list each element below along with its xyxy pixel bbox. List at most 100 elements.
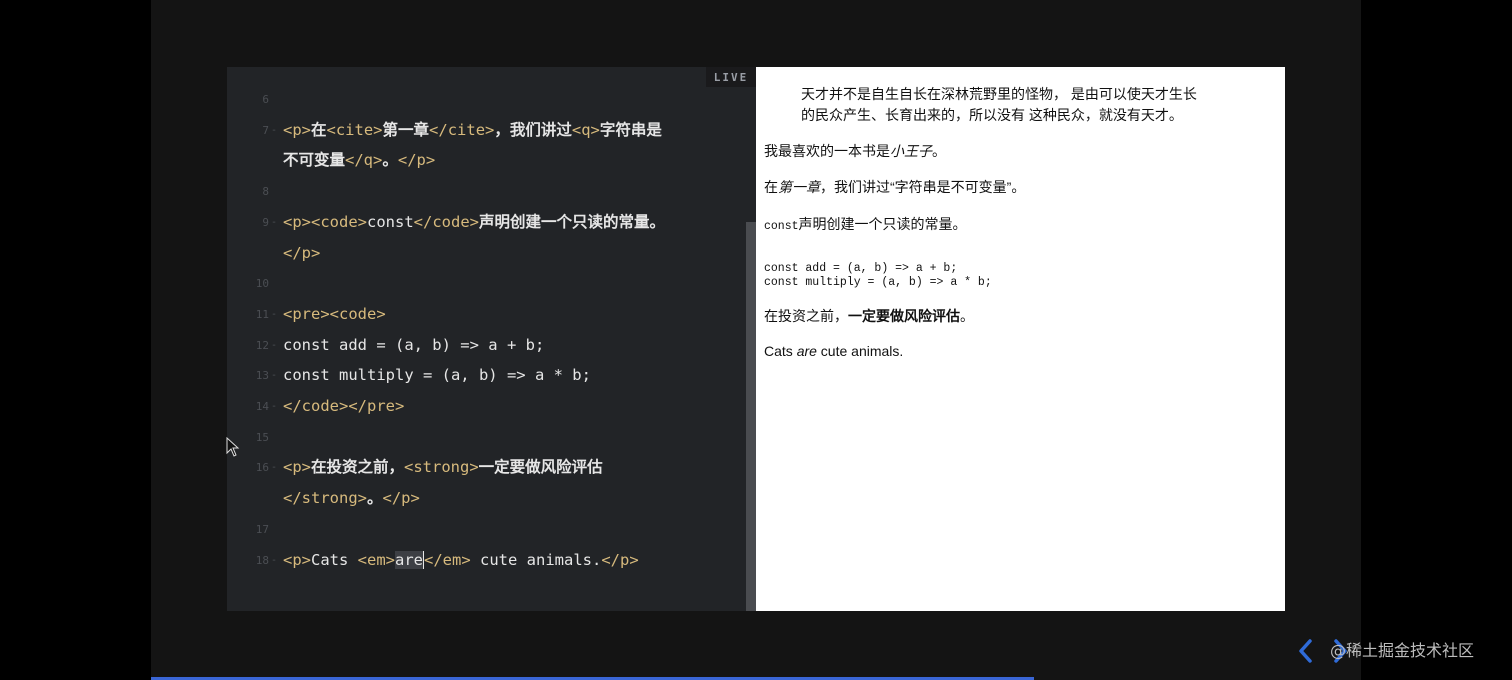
code-editor[interactable]: 6 7- <p>在<cite>第一章</cite>，我们讲过<q>字符串是 不可变量<… bbox=[227, 67, 756, 611]
text-token: 声明创建一个只读的常量。 bbox=[479, 212, 666, 231]
code-content: const add = (a, b) => a + b; bbox=[283, 330, 544, 361]
text-token: 在投资之前， bbox=[311, 458, 405, 477]
text-token: 在 bbox=[311, 120, 327, 139]
code-line[interactable]: 不可变量</q>。</p> bbox=[227, 145, 742, 176]
code-content: <p>Cats <em>are</em> cute animals.</p> bbox=[283, 545, 639, 576]
preview-pre-block: const add = (a, b) => a + b; const multi… bbox=[764, 262, 992, 290]
arrow-pointer-icon bbox=[226, 437, 240, 457]
html-tag-token: <p> bbox=[283, 458, 311, 477]
fold-marker[interactable]: - bbox=[271, 115, 277, 146]
fold-marker[interactable]: - bbox=[271, 207, 277, 238]
preview-text: 在投资之前， bbox=[764, 308, 848, 324]
code-line[interactable]: 16- <p>在投资之前，<strong>一定要做风险评估 bbox=[227, 452, 742, 483]
code-content: <p><code>const</code>声明创建一个只读的常量。 bbox=[283, 207, 665, 238]
line-number: 11 bbox=[255, 307, 269, 321]
preview-text: 在 bbox=[764, 179, 778, 195]
fold-marker[interactable]: - bbox=[271, 299, 277, 330]
code-line[interactable]: 12- const add = (a, b) => a + b; bbox=[227, 330, 742, 361]
text-token: 不可变量 bbox=[283, 151, 346, 170]
html-tag-token: <cite> bbox=[326, 120, 383, 139]
text-token: 。 bbox=[382, 151, 398, 170]
html-tag-token: </p> bbox=[382, 489, 420, 508]
html-tag-token: <p><code> bbox=[283, 212, 367, 231]
html-tag-token: </p> bbox=[601, 550, 639, 569]
html-tag-token: </em> bbox=[424, 550, 471, 569]
line-number: 12 bbox=[255, 338, 269, 352]
html-tag-token: </p> bbox=[283, 243, 321, 262]
text-token: const multiply = (a, b) => a * b; bbox=[283, 366, 591, 385]
preview-book-paragraph: 我最喜欢的一本书是小王子。 bbox=[764, 141, 946, 161]
code-content: </strong>。</p> bbox=[283, 483, 420, 514]
line-number: 6 bbox=[262, 93, 269, 106]
code-line[interactable]: 9- <p><code>const</code>声明创建一个只读的常量。 bbox=[227, 207, 742, 238]
code-content: <pre><code> bbox=[283, 299, 386, 330]
code-line[interactable]: 15 bbox=[227, 422, 742, 453]
code-content: <p>在<cite>第一章</cite>，我们讲过<q>字符串是 bbox=[283, 115, 662, 146]
text-token: const add = (a, b) => a + b; bbox=[283, 335, 545, 354]
selected-text: are bbox=[395, 550, 423, 569]
code-line[interactable]: 14- </code></pre> bbox=[227, 391, 742, 422]
preview-cats-paragraph: Cats are cute animals. bbox=[764, 343, 903, 359]
preview-pre-line: const add = (a, b) => a + b; bbox=[764, 262, 958, 275]
line-number: 10 bbox=[255, 277, 269, 291]
html-tag-token: <q> bbox=[571, 120, 600, 139]
text-token: ，我们讲过 bbox=[494, 120, 572, 139]
preview-text: Cats bbox=[764, 343, 797, 359]
code-line[interactable]: 8 bbox=[227, 176, 742, 207]
fold-marker[interactable]: - bbox=[271, 452, 277, 483]
preview-code: const bbox=[764, 220, 799, 233]
watermark: @稀土掘金技术社区 bbox=[1330, 641, 1475, 660]
text-token: const bbox=[367, 212, 414, 231]
preview-text: 。 bbox=[1011, 179, 1026, 195]
line-number: 15 bbox=[255, 430, 269, 444]
html-tag-token: </cite> bbox=[429, 120, 495, 139]
line-number: 8 bbox=[262, 185, 269, 199]
text-token: Cats bbox=[311, 550, 358, 569]
html-tag-token: </code> bbox=[413, 212, 479, 231]
line-number: 14 bbox=[255, 400, 269, 413]
html-tag-token: </strong> bbox=[283, 489, 367, 508]
fold-marker[interactable]: - bbox=[271, 545, 277, 576]
preview-strong: 一定要做风险评估 bbox=[848, 308, 960, 324]
code-line[interactable]: 17 bbox=[227, 514, 742, 545]
preview-invest-paragraph: 在投资之前，一定要做风险评估。 bbox=[764, 306, 974, 326]
html-tag-token: <em> bbox=[357, 550, 395, 569]
preview-book-title: 小王子 bbox=[890, 143, 932, 159]
preview-pre-line: const multiply = (a, b) => a * b; bbox=[764, 276, 992, 289]
preview-chapter-paragraph: 在第一章，我们讲过“字符串是不可变量”。 bbox=[764, 177, 1025, 197]
editor-scrollbar[interactable] bbox=[746, 222, 756, 611]
code-line[interactable]: 13- const multiply = (a, b) => a * b; bbox=[227, 360, 742, 391]
code-line[interactable]: 11- <pre><code> bbox=[227, 299, 742, 330]
line-number: 17 bbox=[255, 522, 269, 536]
code-line[interactable]: 10 bbox=[227, 268, 742, 299]
line-number: 18 bbox=[255, 553, 269, 567]
line-number: 7 bbox=[262, 123, 269, 137]
code-content: const multiply = (a, b) => a * b; bbox=[283, 360, 591, 391]
html-tag-token: <p> bbox=[283, 550, 311, 569]
html-tag-token: </code></pre> bbox=[283, 397, 405, 415]
preview-em: are bbox=[796, 343, 817, 359]
preview-text: ，我们讲过 bbox=[820, 179, 890, 195]
fold-marker[interactable]: - bbox=[271, 360, 277, 391]
code-content: 不可变量</q>。</p> bbox=[283, 145, 435, 176]
preview-text: 声明创建一个只读的常量。 bbox=[798, 216, 967, 232]
html-tag-token: </q> bbox=[345, 151, 383, 170]
code-line[interactable]: </p> bbox=[227, 238, 742, 269]
html-tag-token: <pre><code> bbox=[283, 304, 386, 323]
preview-text: 。 bbox=[932, 143, 946, 159]
text-token: 字符串是 bbox=[599, 120, 662, 139]
fold-marker[interactable]: - bbox=[271, 330, 277, 361]
preview-const-paragraph: const声明创建一个只读的常量。 bbox=[764, 214, 967, 234]
preview-blockquote: 天才并不是自生自长在深林荒野里的怪物， 是由可以使天才生长 的民众产生、长育出来… bbox=[801, 84, 1197, 126]
code-content: <p>在投资之前，<strong>一定要做风险评估 bbox=[283, 452, 603, 483]
code-line[interactable]: 7- <p>在<cite>第一章</cite>，我们讲过<q>字符串是 bbox=[227, 115, 742, 146]
code-line[interactable]: 6 bbox=[227, 84, 742, 115]
chevron-left-icon[interactable] bbox=[1296, 637, 1316, 665]
preview-cite: 第一章 bbox=[778, 179, 820, 195]
code-line[interactable]: </strong>。</p> bbox=[227, 483, 742, 514]
fold-marker[interactable]: - bbox=[271, 391, 277, 422]
preview-quote-line: 天才并不是自生自长在深林荒野里的怪物， 是由可以使天才生长 bbox=[801, 86, 1197, 102]
line-number: 13 bbox=[255, 369, 269, 383]
html-tag-token: </p> bbox=[397, 151, 436, 170]
code-line[interactable]: 18- <p>Cats <em>are</em> cute animals.</p… bbox=[227, 545, 742, 576]
